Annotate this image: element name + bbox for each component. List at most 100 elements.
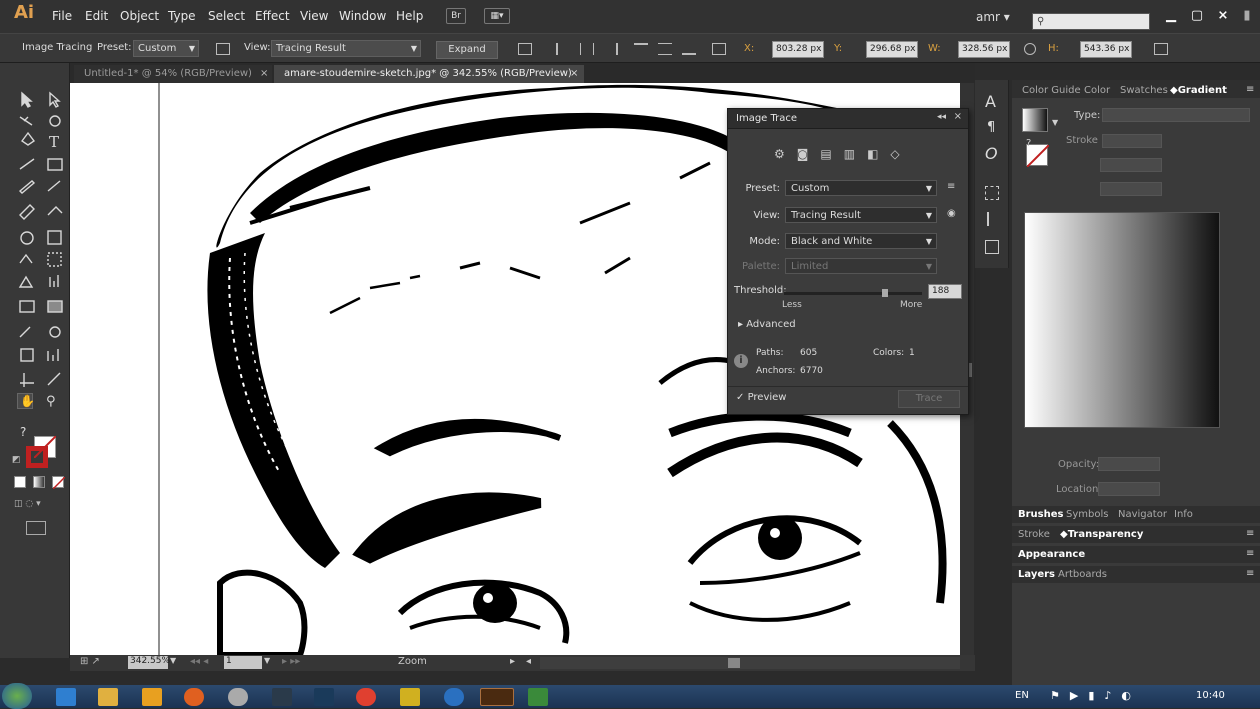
minimize-button[interactable]: ▁ xyxy=(1160,6,1182,26)
tab-navigator[interactable]: Navigator xyxy=(1118,509,1167,520)
hand-tool-icon[interactable]: ✋ xyxy=(17,393,35,409)
tab-info[interactable]: Info xyxy=(1174,509,1193,520)
tab-artboards[interactable]: Artboards xyxy=(1058,569,1107,580)
gradient-mode-icon[interactable] xyxy=(33,476,45,488)
artboard-field[interactable]: 1 xyxy=(224,656,262,669)
close-tab-icon[interactable]: × xyxy=(260,68,268,79)
next-artboard-icon[interactable]: ▸ ▸▸ xyxy=(282,656,300,667)
tray-icons[interactable]: ⚑▶▮♪◐ xyxy=(1050,689,1141,702)
x-field[interactable]: 803.28 px xyxy=(772,41,824,58)
chevron-down-icon[interactable]: ▼ xyxy=(1052,118,1058,127)
align-center-icon[interactable] xyxy=(580,43,594,55)
menu-object[interactable]: Object xyxy=(120,9,159,23)
link-icon[interactable] xyxy=(1024,43,1036,55)
horizontal-scrollbar[interactable] xyxy=(540,657,960,669)
close-panel-icon[interactable]: × xyxy=(954,111,962,122)
view-dropdown[interactable]: Tracing Result ▼ xyxy=(271,40,421,57)
restore-button[interactable]: ▢ xyxy=(1186,6,1208,26)
character-icon[interactable]: A xyxy=(985,92,996,111)
photoshop-icon[interactable] xyxy=(314,688,334,706)
trace-mode-dropdown[interactable]: Black and White ▼ xyxy=(785,233,937,249)
none-mode-icon[interactable] xyxy=(52,476,66,490)
scroll-thumb[interactable] xyxy=(728,658,740,668)
gradient-type-dropdown[interactable] xyxy=(1102,108,1250,122)
align-panel-icon[interactable] xyxy=(987,212,997,226)
opentype-icon[interactable]: O xyxy=(985,144,998,163)
app-icon[interactable] xyxy=(528,688,548,706)
menu-view[interactable]: View xyxy=(300,9,328,23)
draw-mode-icon[interactable]: ◫ ◌ ▾ xyxy=(14,499,64,511)
preset-menu-icon[interactable]: ≡ xyxy=(947,181,955,192)
align-right-icon[interactable] xyxy=(604,43,618,55)
tab-appearance[interactable]: Appearance xyxy=(1018,549,1085,560)
start-button[interactable] xyxy=(2,683,32,709)
chevron-down-icon[interactable]: ▼ xyxy=(264,656,270,665)
tab-gradient[interactable]: ◆Gradient xyxy=(1170,85,1227,96)
menu-type[interactable]: Type xyxy=(168,9,196,23)
panel-menu-icon[interactable]: ≡ xyxy=(1246,568,1254,579)
preset-shortcut-icons[interactable]: ⚙◙▤▥◧◇ xyxy=(774,147,924,163)
illustrator-task-icon[interactable] xyxy=(480,688,514,706)
media-icon[interactable] xyxy=(142,688,162,706)
h-field[interactable]: 543.36 px xyxy=(1080,41,1132,58)
user-menu[interactable]: amr ▾ xyxy=(976,10,1010,24)
paragraph-icon[interactable]: ¶ xyxy=(987,120,995,135)
preset-dropdown[interactable]: Custom ▼ xyxy=(133,40,199,57)
fill-stroke-swatches[interactable] xyxy=(26,436,60,468)
menu-window[interactable]: Window xyxy=(339,9,386,23)
transform-icon[interactable] xyxy=(712,43,726,55)
menu-file[interactable]: File xyxy=(52,9,72,23)
preview-checkbox[interactable]: ✓ Preview xyxy=(736,392,787,403)
transform-panel-icon[interactable] xyxy=(985,186,999,200)
gradient-preview[interactable] xyxy=(1024,212,1220,428)
tab-transparency[interactable]: ◆Transparency xyxy=(1060,529,1143,540)
artboard-nav-icon[interactable]: ⊞ ↗ xyxy=(80,656,100,667)
zoom-field[interactable]: 342.55% xyxy=(128,656,170,669)
w-field[interactable]: 328.56 px xyxy=(958,41,1010,58)
screen-mode-icon[interactable] xyxy=(26,521,46,535)
app-icon[interactable] xyxy=(444,688,464,706)
panel-menu-icon[interactable]: ≡ xyxy=(1246,528,1254,539)
lightroom-icon[interactable] xyxy=(272,688,292,706)
prev-artboard-icon[interactable]: ◂◂ ◂ xyxy=(190,656,208,667)
y-field[interactable]: 296.68 px xyxy=(866,41,918,58)
arrange-documents-icon[interactable]: ▦▾ xyxy=(484,8,510,24)
trace-button[interactable]: Trace xyxy=(898,390,960,408)
align-to-icon[interactable] xyxy=(518,43,532,55)
panel-menu-icon[interactable]: ≡ xyxy=(1246,84,1254,95)
threshold-field[interactable]: 188 xyxy=(928,284,962,299)
tab-sketch[interactable]: amare-stoudemire-sketch.jpg* @ 342.55% (… xyxy=(274,65,584,83)
panel-menu-icon[interactable]: ≡ xyxy=(1246,548,1254,559)
tab-untitled[interactable]: Untitled-1* @ 54% (RGB/Preview) xyxy=(74,65,272,83)
app-icon[interactable] xyxy=(228,688,248,706)
threshold-slider-thumb[interactable] xyxy=(881,289,888,297)
tab-swatches[interactable]: Swatches xyxy=(1120,85,1168,96)
trace-view-dropdown[interactable]: Tracing Result ▼ xyxy=(785,207,937,223)
advanced-toggle[interactable]: ▸ Advanced xyxy=(738,319,796,330)
default-colors-icon[interactable]: ◩ xyxy=(12,455,28,471)
menu-select[interactable]: Select xyxy=(208,9,245,23)
eye-icon[interactable]: ◉ xyxy=(947,208,956,219)
presets-panel-icon[interactable] xyxy=(216,43,230,55)
utility-icon[interactable] xyxy=(400,688,420,706)
tab-layers[interactable]: Layers xyxy=(1018,569,1055,580)
explorer-icon[interactable] xyxy=(98,688,118,706)
language-indicator[interactable]: EN xyxy=(1015,690,1029,701)
menu-effect[interactable]: Effect xyxy=(255,9,290,23)
zoom-tool-icon[interactable]: ⚲ xyxy=(46,394,62,410)
search-input[interactable]: ⚲ xyxy=(1032,13,1150,30)
close-button[interactable]: ⨯ xyxy=(1212,6,1234,26)
transform-panel-icon[interactable] xyxy=(1154,43,1168,55)
collapse-icon[interactable]: ◂◂ xyxy=(937,112,946,122)
clock[interactable]: 10:40 xyxy=(1196,690,1225,701)
align-bottom-icon[interactable] xyxy=(682,43,696,55)
gradient-thumbnail[interactable] xyxy=(1022,108,1048,132)
close-tab-icon[interactable]: × xyxy=(570,68,578,79)
trace-preset-dropdown[interactable]: Custom ▼ xyxy=(785,180,937,196)
bridge-button[interactable]: Br xyxy=(446,8,466,24)
align-top-icon[interactable] xyxy=(634,43,648,55)
chevron-down-icon[interactable]: ▼ xyxy=(170,656,176,665)
align-left-icon[interactable] xyxy=(556,43,570,55)
expand-button[interactable]: Expand xyxy=(436,41,498,59)
scroll-left-icon[interactable]: ◂ xyxy=(526,656,531,667)
